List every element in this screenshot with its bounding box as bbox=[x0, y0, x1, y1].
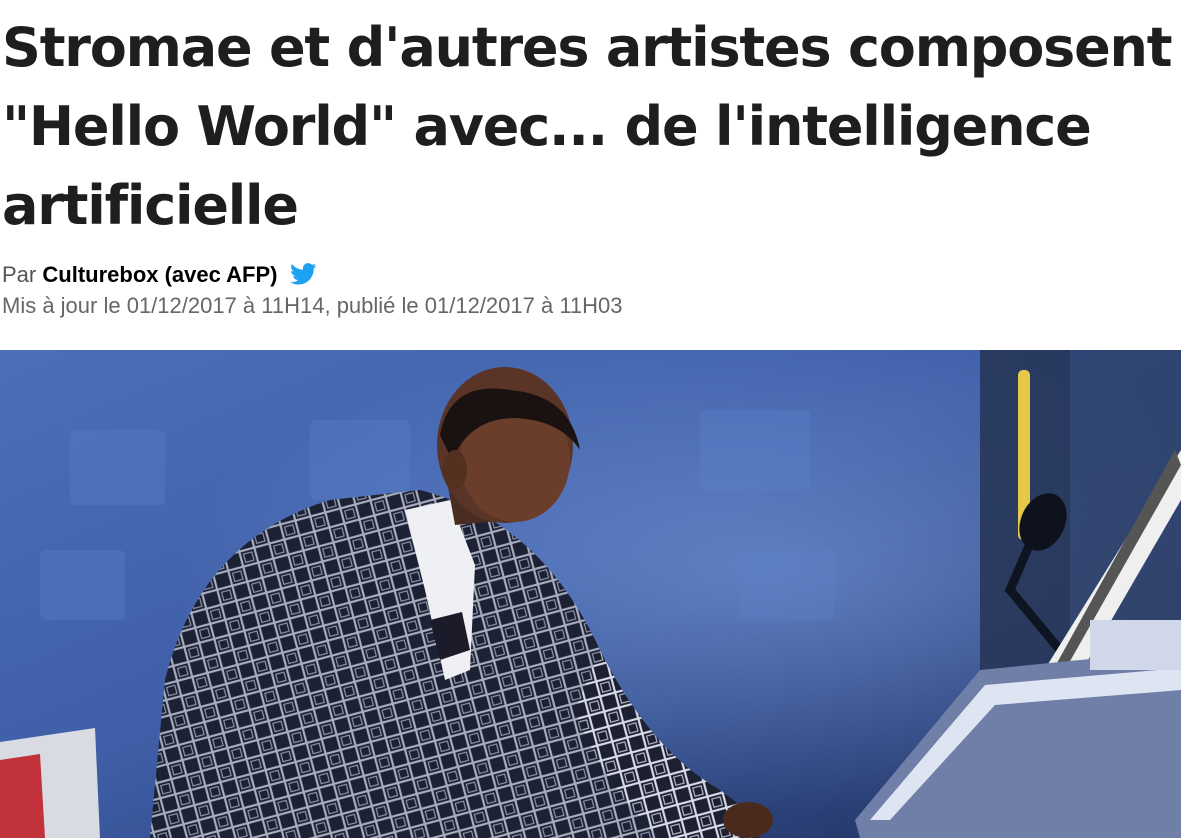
publication-dateline: Mis à jour le 01/12/2017 à 11H14, publié… bbox=[2, 293, 623, 318]
twitter-bird-icon[interactable] bbox=[289, 263, 317, 285]
article-hero-photo bbox=[0, 350, 1181, 838]
byline: Par Culturebox (avec AFP) bbox=[2, 260, 317, 290]
article-title: Stromae et d'autres artistes composent "… bbox=[2, 16, 1173, 237]
byline-prefix: Par bbox=[2, 262, 37, 287]
stromae-at-keyboard-photo bbox=[0, 350, 1181, 838]
author-link[interactable]: Culturebox (avec AFP) bbox=[42, 262, 277, 287]
